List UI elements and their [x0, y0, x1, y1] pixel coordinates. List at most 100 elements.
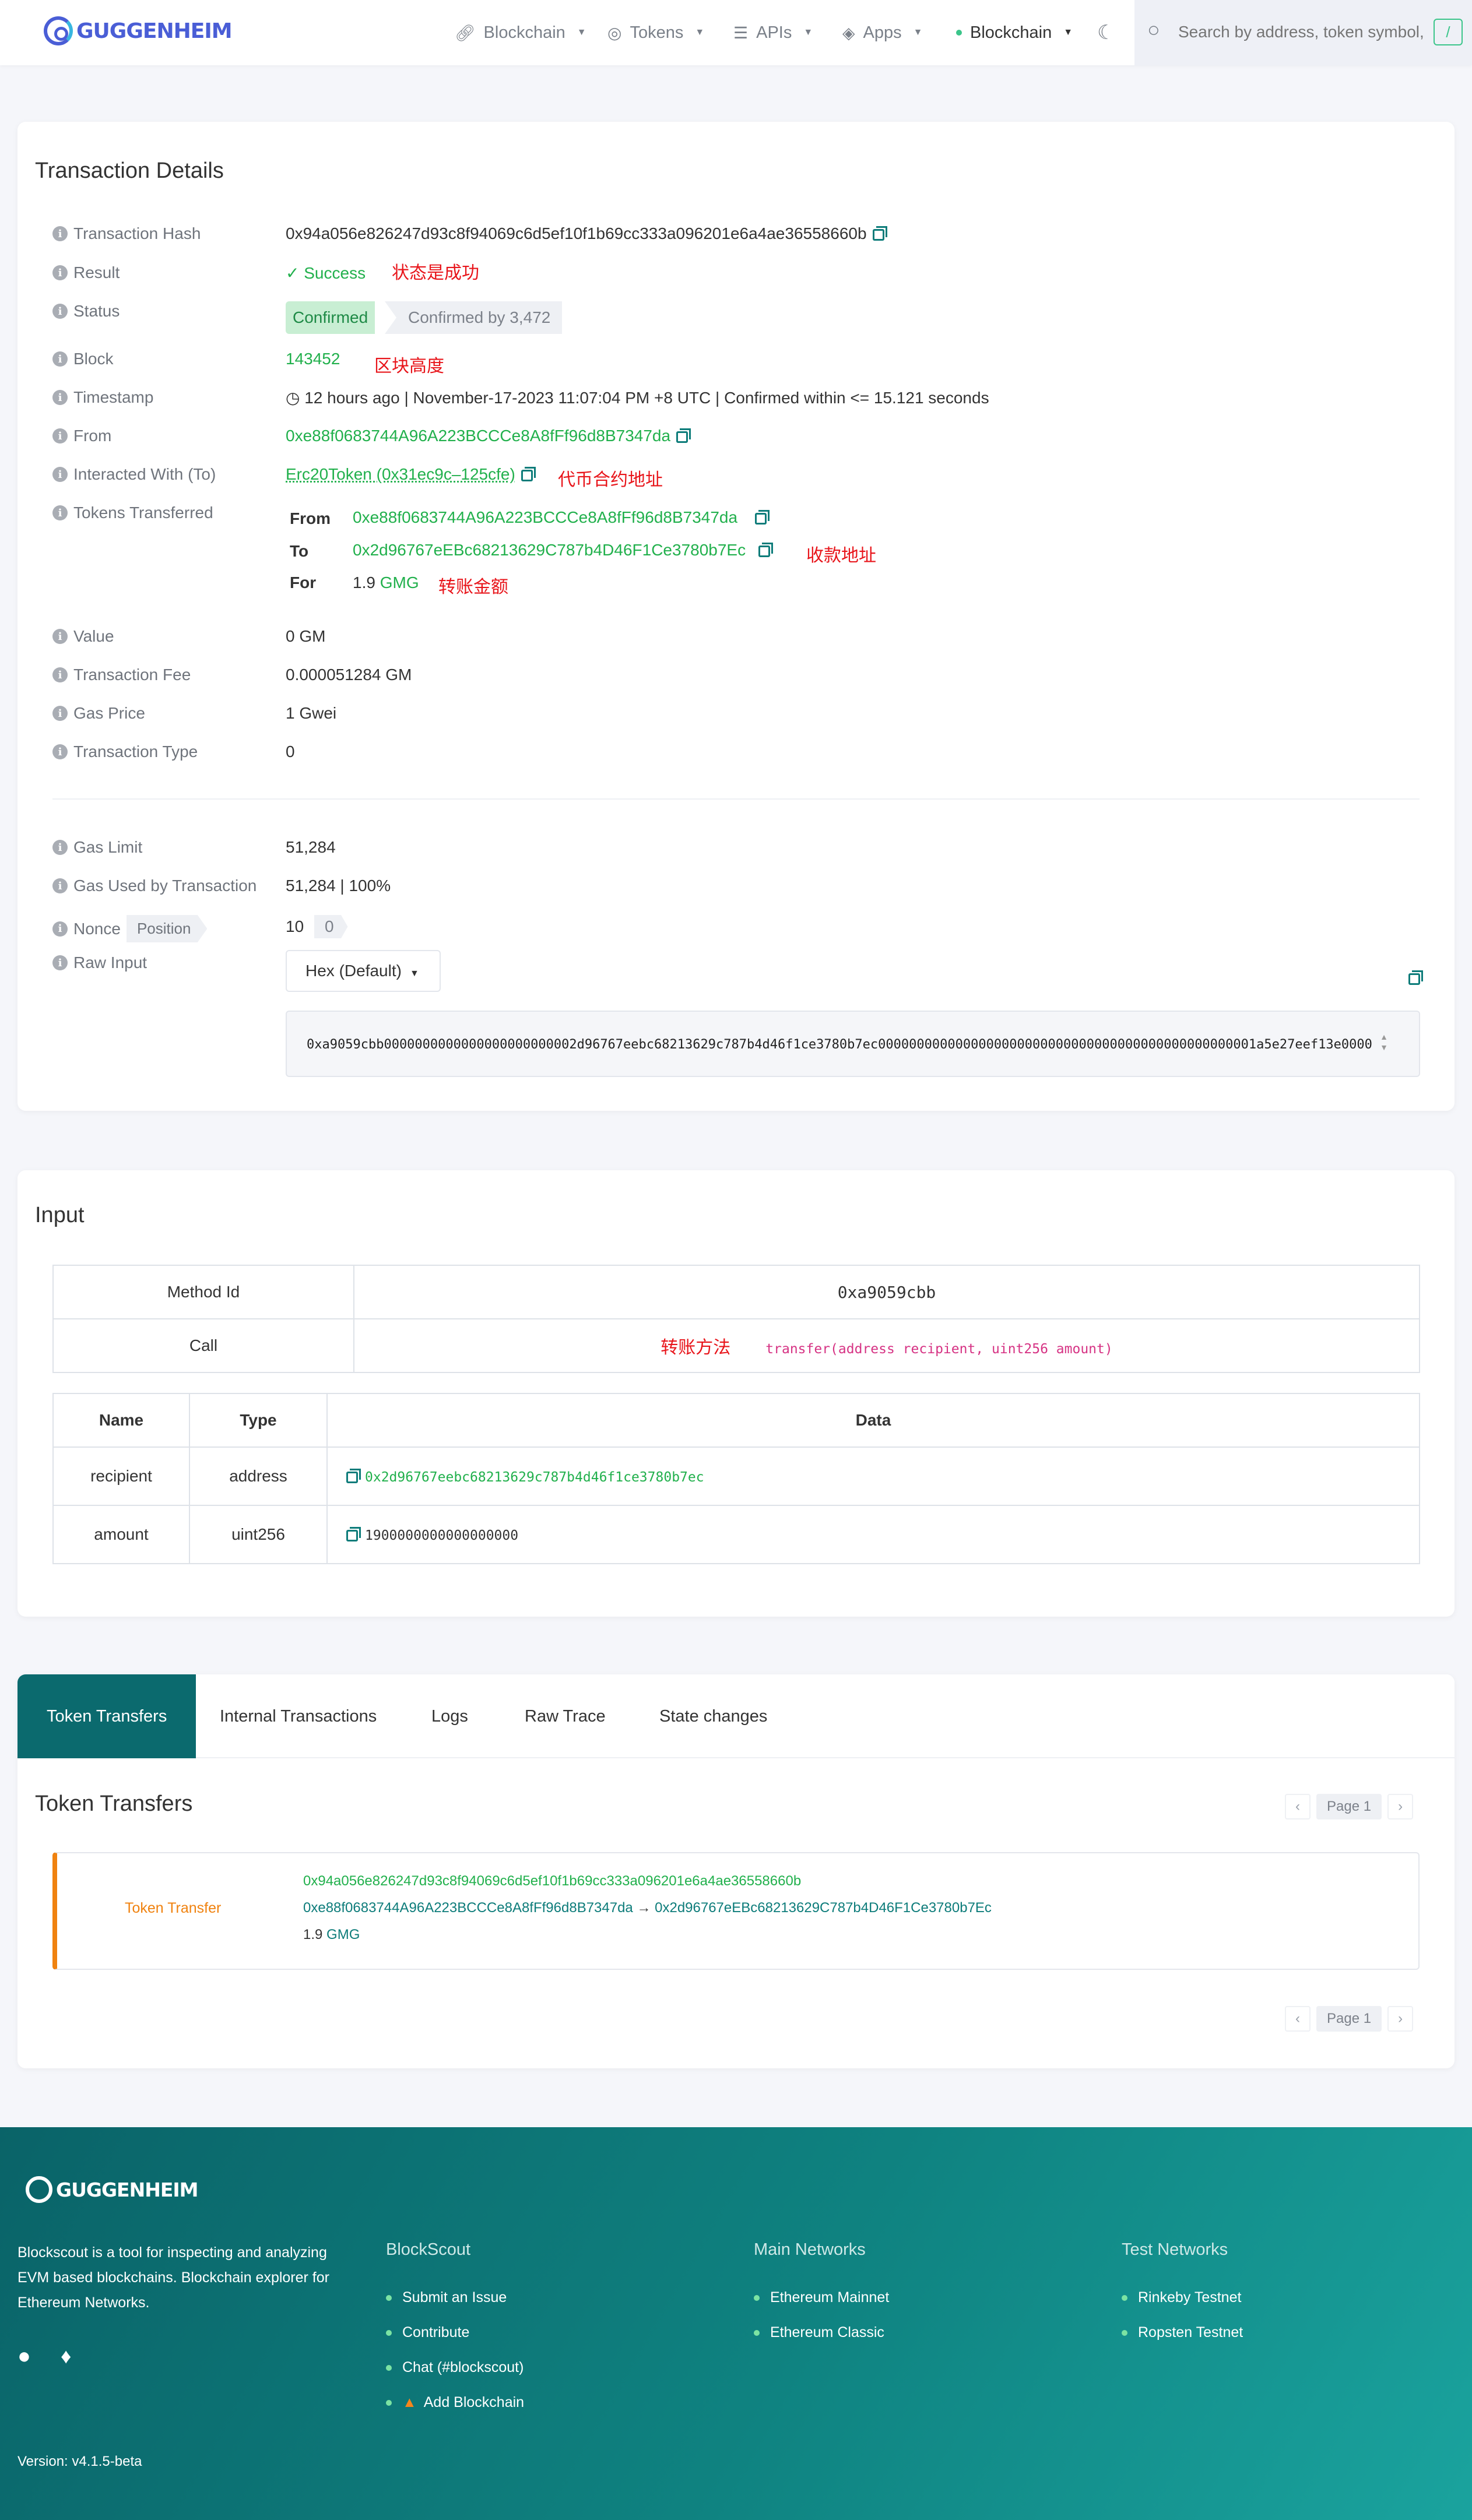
call-annotation: 转账方法	[661, 1338, 731, 1358]
label-nonce: i Nonce Position	[52, 915, 208, 942]
label-block: i Block	[52, 350, 113, 368]
block-annotation: 区块高度	[374, 356, 444, 376]
copy-raw-input-icon[interactable]	[1408, 970, 1423, 985]
info-icon: i	[52, 840, 68, 855]
label-gas-price: i Gas Price	[52, 704, 145, 723]
param-data: 0x2d96767eebc68213629c787b4d46f1ce3780b7…	[326, 1446, 1420, 1506]
check-circle-icon: ✓	[286, 264, 300, 282]
col-header-name: Name	[52, 1393, 190, 1448]
info-icon: i	[52, 667, 68, 682]
copy-icon[interactable]	[872, 226, 887, 241]
prev-page-button[interactable]: ‹	[1285, 1794, 1311, 1819]
method-table: Method Id 0xa9059cbb Call 转账方法 transfer(a…	[52, 1265, 1420, 1373]
twitter-icon[interactable]: ♦	[61, 2344, 71, 2368]
bullet-icon	[754, 2294, 760, 2301]
caret-down-icon: ▼	[577, 27, 586, 37]
tab-raw-trace[interactable]: Raw Trace	[525, 1674, 606, 1758]
label-gas-used: i Gas Used by Transaction	[52, 877, 257, 895]
pagination-bottom: ‹ Page 1 ›	[1285, 2006, 1414, 2032]
logo-text: GUGGENHEIM	[76, 19, 233, 43]
bullet-icon	[386, 2329, 392, 2336]
info-icon: i	[52, 878, 68, 893]
tx-type-value: 0	[286, 742, 295, 761]
top-navbar: GUGGENHEIM 🔗︎ Blockchain ▼ ◎ Tokens ▼ ☰ …	[0, 0, 1472, 65]
tile-tx-hash-link[interactable]: 0x94a056e826247d93c8f94069c6d5ef10f1b69c…	[303, 1873, 801, 1889]
caret-down-icon: ▼	[913, 27, 923, 37]
copy-icon[interactable]	[346, 1526, 361, 1541]
tab-internal-transactions[interactable]: Internal Transactions	[220, 1674, 377, 1758]
tile-to-link[interactable]: 0x2d96767eEBc68213629C787b4D46F1Ce3780b7…	[655, 1900, 992, 1916]
transfer-to-label: To	[290, 542, 309, 560]
footer-link-rinkeby[interactable]: Rinkeby Testnet	[1122, 2289, 1241, 2306]
value-amount: 0 GM	[286, 627, 326, 645]
block-link[interactable]: 143452	[286, 350, 340, 368]
footer-logo[interactable]: GUGGENHEIM	[26, 2176, 198, 2203]
from-address-link[interactable]: 0xe88f0683744A96A223BCCCe8A8fFf96d8B7347…	[286, 427, 670, 445]
metamask-fox-icon: ▲	[402, 2394, 417, 2410]
page-indicator: Page 1	[1316, 2006, 1382, 2032]
footer-link-submit-issue[interactable]: Submit an Issue	[386, 2289, 507, 2306]
footer-link-add-blockchain[interactable]: ▲ Add Blockchain	[386, 2394, 524, 2411]
nav-blockchain[interactable]: 🔗︎ Blockchain ▼	[455, 0, 586, 65]
copy-icon[interactable]	[758, 542, 774, 557]
footer-link-ethereum-classic[interactable]: Ethereum Classic	[754, 2324, 884, 2341]
transfer-to-link[interactable]: 0x2d96767eEBc68213629C787b4D46F1Ce3780b7…	[353, 541, 746, 559]
footer-link-contribute[interactable]: Contribute	[386, 2324, 469, 2341]
recipient-annotation: 收款地址	[806, 545, 876, 566]
caret-down-icon: ▼	[409, 969, 419, 979]
recipient-address-link[interactable]: 0x2d96767eebc68213629c787b4d46f1ce3780b7…	[365, 1470, 704, 1485]
prev-page-button[interactable]: ‹	[1285, 2006, 1311, 2032]
raw-input-textarea[interactable]: 0xa9059cbb0000000000000000000000002d9676…	[286, 1011, 1420, 1077]
moon-icon[interactable]: ☾	[1097, 0, 1115, 65]
network-selector[interactable]: Blockchain ▼	[956, 0, 1073, 65]
footer-link-chat[interactable]: Chat (#blockscout)	[386, 2359, 524, 2376]
tile-type-label: Token Transfer	[125, 1900, 222, 1916]
nav-tokens-label: Tokens	[630, 23, 684, 42]
nav-apps[interactable]: ◈ Apps ▼	[842, 0, 923, 65]
label-tx-fee: i Transaction Fee	[52, 666, 191, 684]
transfer-from-link[interactable]: 0xe88f0683744A96A223BCCCe8A8fFf96d8B7347…	[353, 508, 737, 526]
copy-icon[interactable]	[676, 428, 691, 443]
footer-link-ropsten[interactable]: Ropsten Testnet	[1122, 2324, 1243, 2341]
tab-state-changes[interactable]: State changes	[659, 1674, 767, 1758]
search-bar: ○ /	[1134, 0, 1472, 65]
table-row: recipient address 0x2d96767eebc68213629c…	[52, 1446, 1420, 1506]
caret-down-icon: ▼	[1063, 27, 1073, 37]
token-link[interactable]: GMG	[380, 573, 419, 592]
amount-annotation: 转账金额	[438, 577, 508, 597]
call-cell: 转账方法 transfer(address recipient, uint256 …	[353, 1318, 1420, 1373]
result-value: ✓ Success	[286, 264, 366, 282]
contract-link[interactable]: Erc20Token (0x31ec9c–125cfe)	[286, 465, 515, 483]
search-icon: ○	[1147, 17, 1160, 41]
method-id-value: 0xa9059cbb	[353, 1265, 1420, 1319]
copy-icon[interactable]	[521, 466, 536, 481]
gas-used-value: 51,284 | 100%	[286, 877, 391, 895]
bullet-icon	[1122, 2294, 1127, 2301]
tab-token-transfers[interactable]: Token Transfers	[17, 1674, 196, 1758]
next-page-button[interactable]: ›	[1387, 1794, 1414, 1819]
info-icon: i	[52, 351, 68, 367]
copy-icon[interactable]	[346, 1468, 361, 1483]
logo-mark-icon	[26, 2176, 52, 2203]
copy-icon[interactable]	[755, 509, 770, 525]
tile-from-link[interactable]: 0xe88f0683744A96A223BCCCe8A8fFf96d8B7347…	[303, 1900, 633, 1916]
next-page-button[interactable]: ›	[1387, 2006, 1414, 2032]
guggenheim-logo[interactable]: GUGGENHEIM	[44, 16, 233, 45]
footer-link-ethereum-mainnet[interactable]: Ethereum Mainnet	[754, 2289, 889, 2306]
search-input[interactable]	[1178, 19, 1423, 45]
raw-input-format-select[interactable]: Hex (Default) ▼	[286, 950, 441, 992]
info-icon: i	[52, 304, 68, 319]
nav-apis[interactable]: ☰ APIs ▼	[733, 0, 813, 65]
tab-logs[interactable]: Logs	[431, 1674, 468, 1758]
tx-hash-text: 0x94a056e826247d93c8f94069c6d5ef10f1b69c…	[286, 224, 867, 242]
github-icon[interactable]: ●	[17, 2344, 31, 2369]
nav-tokens[interactable]: ◎ Tokens ▼	[607, 0, 704, 65]
tile-token-link[interactable]: GMG	[326, 1927, 360, 1942]
input-title: Input	[35, 1203, 85, 1227]
spinner-arrows-icon[interactable]: ▲ ▼	[1377, 1032, 1391, 1055]
from-value: 0xe88f0683744A96A223BCCCe8A8fFf96d8B7347…	[286, 427, 691, 445]
token-transfers-title: Token Transfers	[35, 1792, 193, 1816]
transfer-amount: 1.9 GMG	[353, 573, 419, 592]
param-data: 1900000000000000000	[326, 1505, 1420, 1564]
param-name: amount	[52, 1505, 190, 1564]
